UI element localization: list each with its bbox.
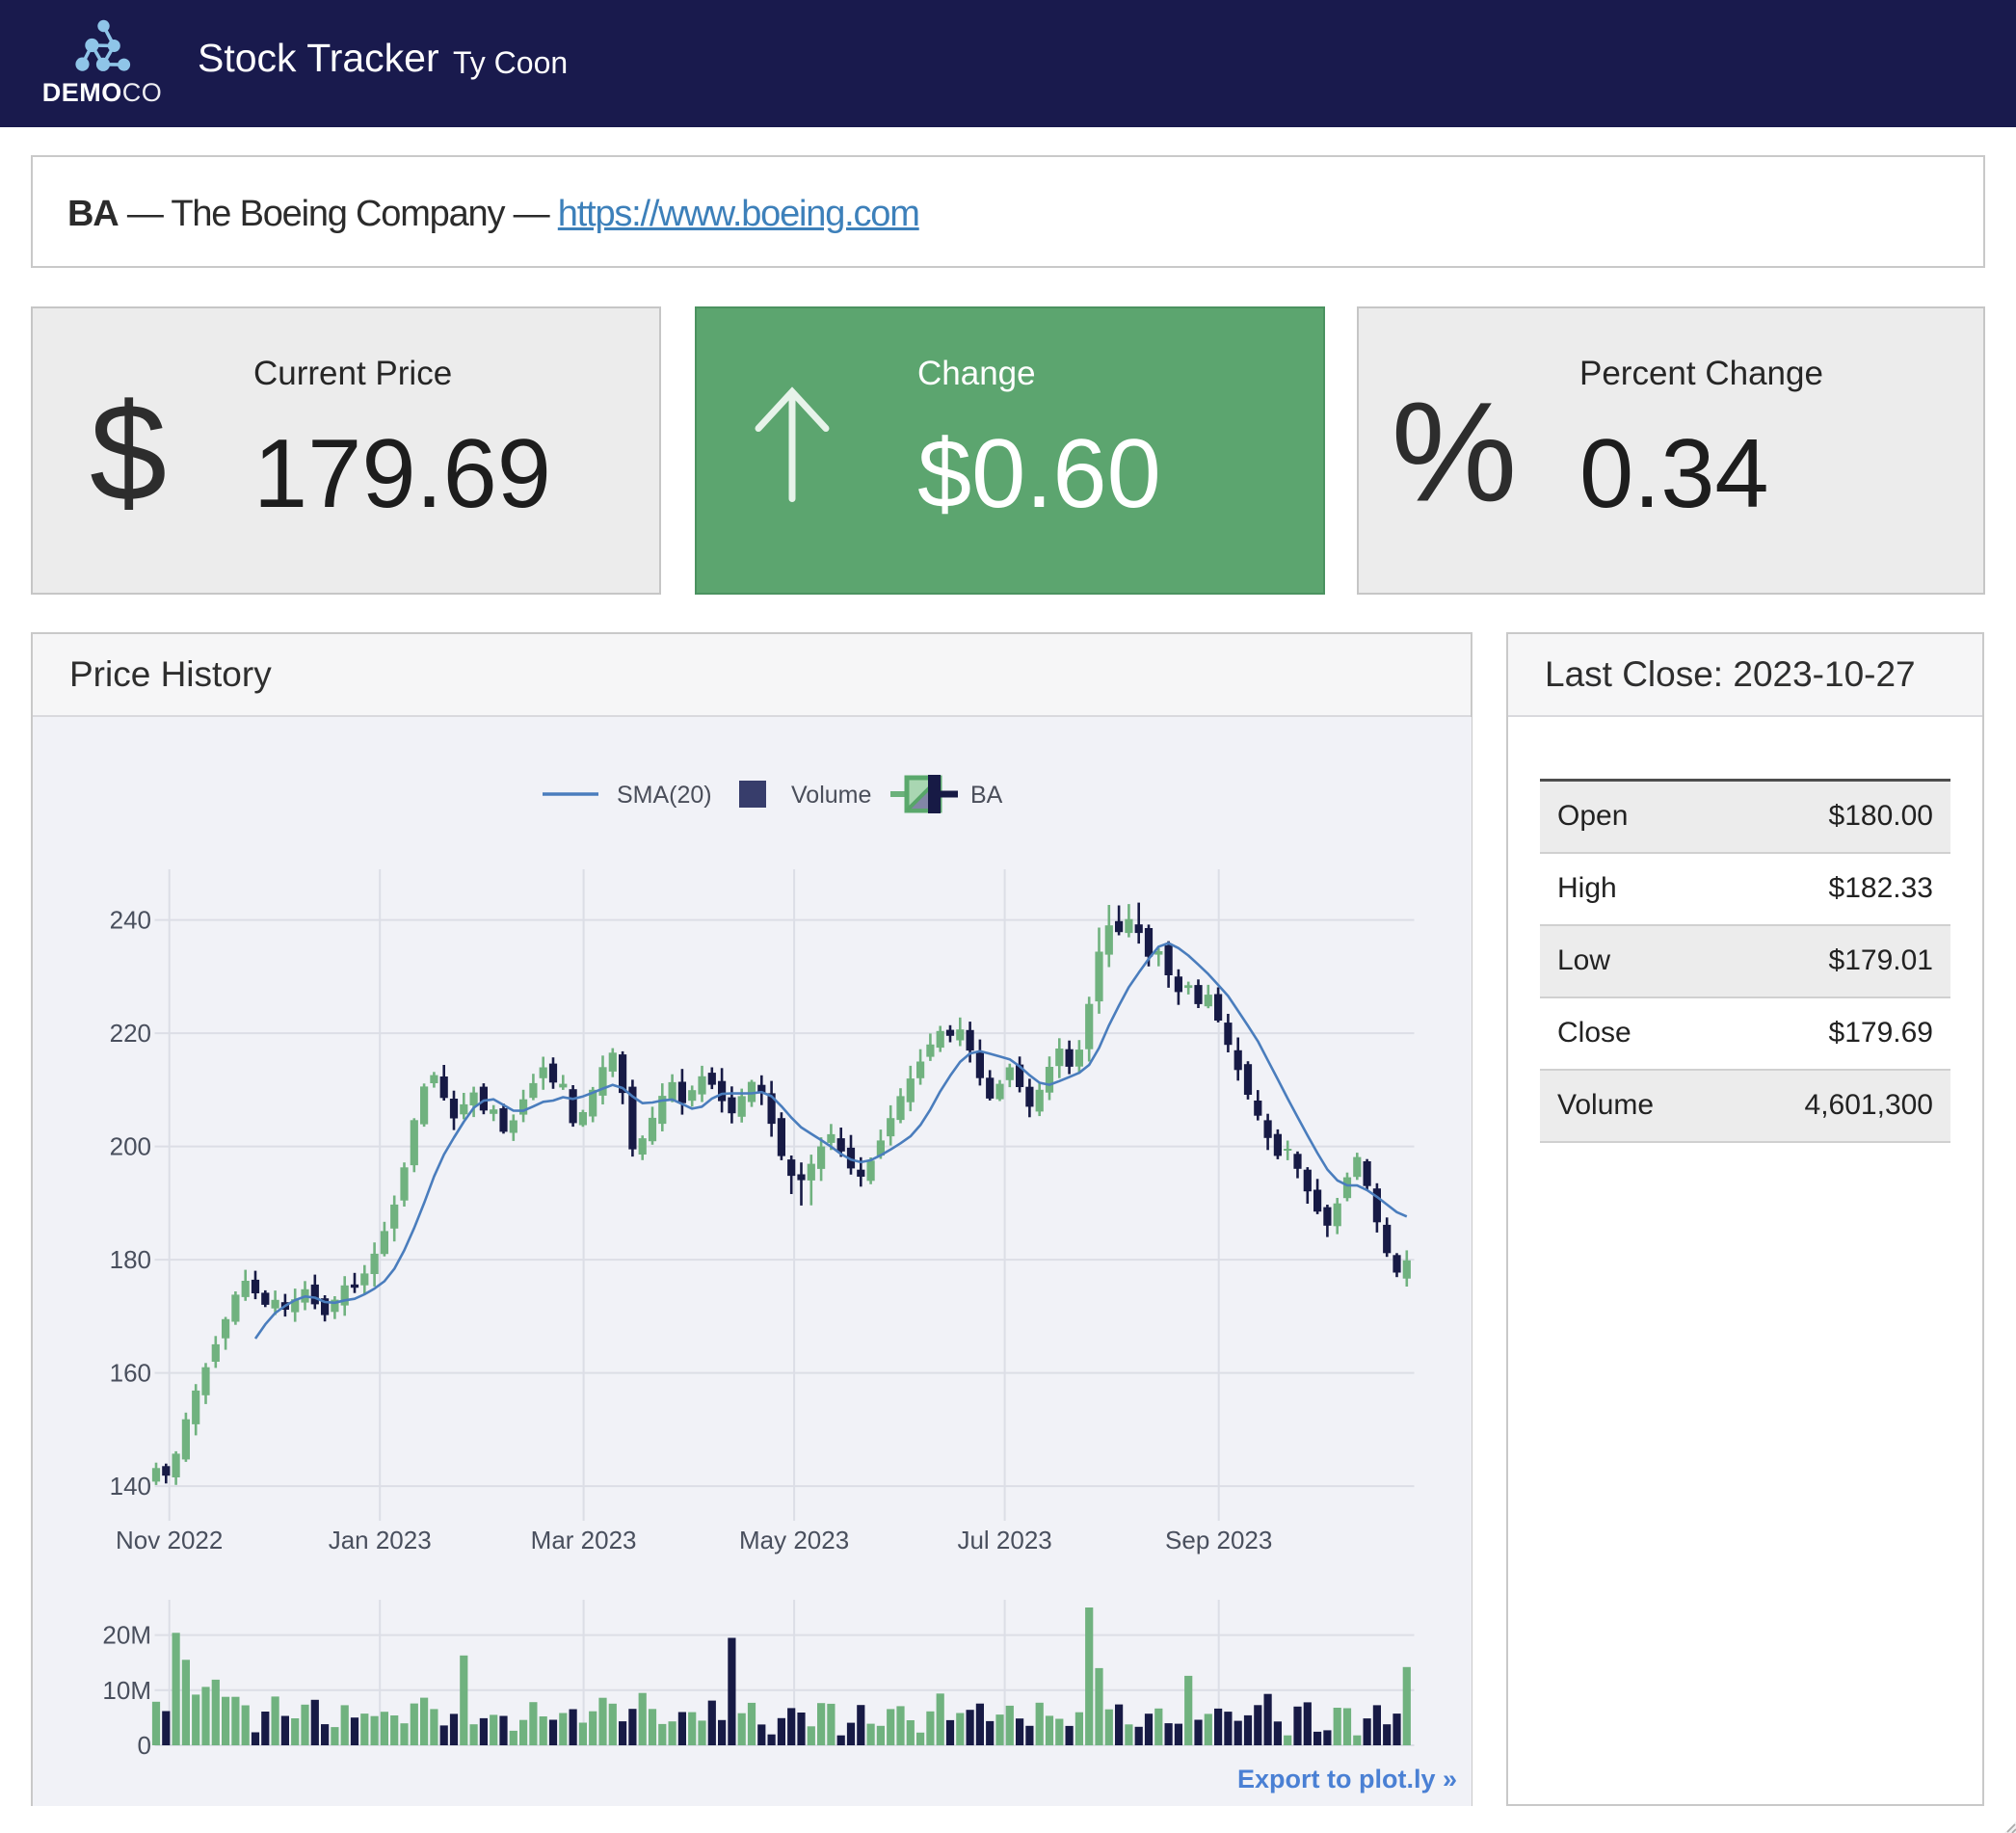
svg-text:Volume: Volume bbox=[791, 782, 871, 809]
svg-text:160: 160 bbox=[110, 1359, 151, 1388]
svg-text:Jul 2023: Jul 2023 bbox=[957, 1526, 1051, 1554]
svg-text:0: 0 bbox=[138, 1731, 151, 1760]
svg-text:20M: 20M bbox=[102, 1621, 151, 1650]
svg-text:200: 200 bbox=[110, 1132, 151, 1161]
svg-text:10M: 10M bbox=[102, 1676, 151, 1705]
svg-text:Export to plot.ly »: Export to plot.ly » bbox=[1237, 1765, 1457, 1793]
svg-text:Jan 2023: Jan 2023 bbox=[329, 1526, 432, 1554]
svg-text:SMA(20): SMA(20) bbox=[617, 782, 712, 809]
svg-text:Sep 2023: Sep 2023 bbox=[1165, 1526, 1272, 1554]
svg-text:240: 240 bbox=[110, 906, 151, 935]
svg-text:May 2023: May 2023 bbox=[739, 1526, 849, 1554]
svg-text:Nov 2022: Nov 2022 bbox=[116, 1526, 223, 1554]
svg-text:140: 140 bbox=[110, 1472, 151, 1501]
svg-text:220: 220 bbox=[110, 1019, 151, 1048]
svg-text:Mar 2023: Mar 2023 bbox=[531, 1526, 637, 1554]
svg-text:180: 180 bbox=[110, 1245, 151, 1274]
svg-text:BA: BA bbox=[970, 782, 1003, 809]
